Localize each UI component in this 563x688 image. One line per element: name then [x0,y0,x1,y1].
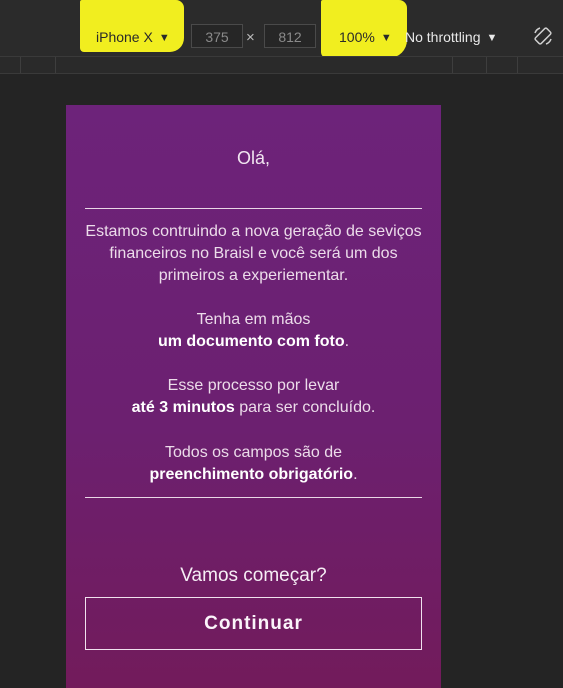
duration-paragraph: Esse processo por levar até 3 minutos pa… [76,375,431,419]
device-viewport: Olá, Estamos contruindo a nova geração d… [66,105,441,688]
rotate-icon[interactable] [533,26,553,46]
ruler-tick [486,57,487,73]
required-fields-paragraph: Todos os campos são de preenchimento obr… [76,442,431,486]
duration-line: Esse processo por levar [167,377,340,394]
intro-paragraph: Estamos contruindo a nova geração de sev… [85,223,422,284]
duration-emphasis-line: até 3 minutos para ser concluído. [76,397,431,419]
ruler-tick [517,57,518,73]
ruler-tick [20,57,21,73]
start-prompt: Vamos começar? [180,565,327,586]
height-input[interactable]: 812 [264,24,316,48]
devtools-device-toolbar: iPhone X ▼ 375 × 812 100% ▼ No throttling ▼ [0,0,563,58]
duration-emphasis: até 3 minutos [131,399,235,416]
zoom-select-label: 100% [339,29,375,45]
caret-down-icon: ▼ [486,32,498,44]
zoom-select[interactable]: 100% ▼ [339,26,392,48]
document-paragraph: Tenha em mãos um documento com foto. [76,309,431,353]
ruler-tick [55,57,56,73]
document-emphasis-line: um documento com foto. [76,331,431,353]
media-query-ruler [0,56,563,74]
duration-suffix: para ser concluído. [234,399,376,416]
caret-down-icon: ▼ [380,32,392,44]
required-fields-emphasis-line: preenchimento obrigatório. [76,464,431,486]
required-fields-line: Todos os campos são de [165,444,342,461]
divider [85,497,422,498]
divider [85,208,422,209]
throttling-select-label: No throttling [405,29,481,45]
throttling-select[interactable]: No throttling ▼ [405,26,497,48]
document-suffix: . [344,333,350,350]
device-select-label: iPhone X [96,29,153,45]
greeting-heading: Olá, [236,148,270,168]
caret-down-icon: ▼ [158,32,170,44]
required-fields-suffix: . [353,466,358,483]
document-emphasis: um documento com foto [157,333,345,350]
continue-button[interactable]: Continuar [85,597,422,650]
required-fields-emphasis: preenchimento obrigatório [149,466,354,483]
document-line: Tenha em mãos [196,311,311,328]
device-select[interactable]: iPhone X ▼ [96,26,170,48]
dimension-separator: × [246,29,255,46]
width-input[interactable]: 375 [191,24,243,48]
ruler-tick [452,57,453,73]
